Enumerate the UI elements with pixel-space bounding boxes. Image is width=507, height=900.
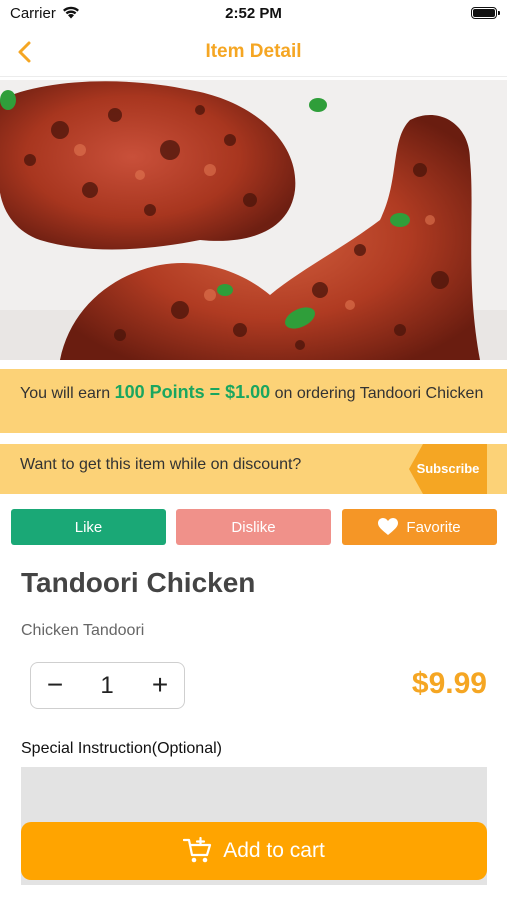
discount-banner: Want to get this item while on discount?…	[0, 444, 507, 494]
dislike-label: Dislike	[231, 518, 276, 536]
clock: 2:52 PM	[225, 5, 282, 22]
add-to-cart-label: Add to cart	[223, 839, 325, 862]
favorite-button[interactable]: Favorite	[342, 509, 497, 545]
quantity-stepper: − 1 +	[30, 662, 185, 709]
like-button[interactable]: Like	[11, 509, 166, 545]
heart-icon	[378, 518, 399, 536]
item-subtitle: Chicken Tandoori	[21, 622, 145, 639]
add-to-cart-button[interactable]: Add to cart	[21, 822, 487, 880]
item-price: $9.99	[411, 667, 487, 700]
favorite-label: Favorite	[406, 518, 461, 536]
status-bar: Carrier 2:52 PM	[0, 0, 507, 28]
points-highlight: 100 Points = $1.00	[114, 382, 271, 402]
discount-text: Want to get this item while on discount?	[20, 456, 302, 473]
item-image	[0, 80, 507, 360]
battery-icon	[471, 7, 500, 19]
increase-quantity-button[interactable]: +	[140, 668, 180, 702]
special-instruction-label: Special Instruction(Optional)	[21, 740, 222, 757]
item-title: Tandoori Chicken	[21, 567, 256, 598]
page-title: Item Detail	[205, 41, 302, 62]
points-suffix: on ordering Tandoori Chicken	[270, 385, 484, 402]
subscribe-button[interactable]: Subscribe	[409, 444, 487, 494]
quantity-value: 1	[100, 672, 114, 699]
cart-add-icon	[183, 837, 212, 863]
points-banner: You will earn 100 Points = $1.00 on orde…	[0, 369, 507, 433]
like-label: Like	[74, 518, 103, 536]
points-prefix: You will earn	[20, 385, 115, 402]
navigation-bar: Item Detail	[0, 28, 507, 77]
decrease-quantity-button[interactable]: −	[35, 668, 75, 702]
subscribe-label: Subscribe	[416, 461, 480, 476]
dislike-button[interactable]: Dislike	[176, 509, 331, 545]
